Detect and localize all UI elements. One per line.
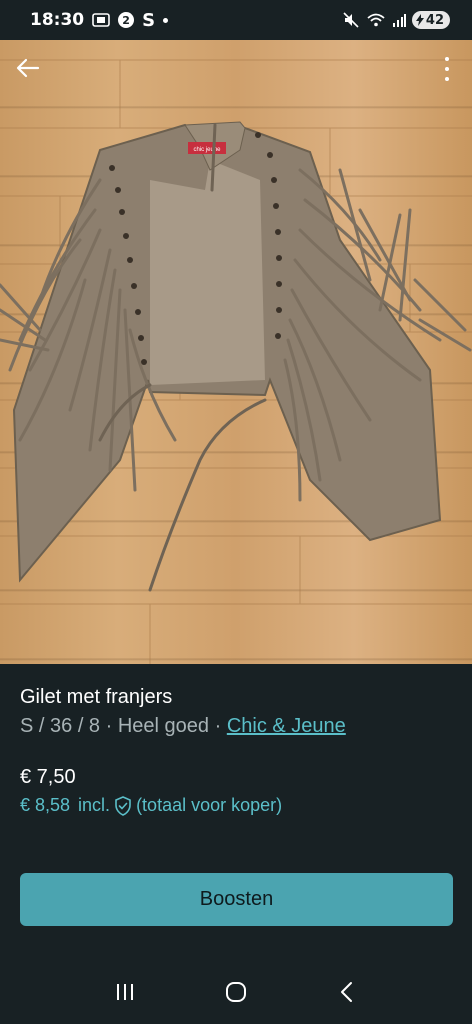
more-dot-icon [445, 67, 449, 71]
wifi-icon [366, 12, 386, 28]
meta-separator: · [100, 715, 118, 737]
vest-image: chic jeune [0, 59, 472, 664]
brand-link[interactable]: Chic & Jeune [227, 715, 346, 737]
product-info: Gilet met franjers S / 36 / 8 · Heel goe… [20, 686, 460, 738]
more-options-button[interactable] [438, 54, 456, 84]
meta-separator: · [209, 715, 227, 737]
product-title: Gilet met franjers [20, 686, 173, 708]
product-price: € 7,50 [20, 766, 76, 788]
shield-check-icon [115, 795, 131, 816]
back-button[interactable] [14, 54, 42, 82]
notification-count-badge: 2 [118, 12, 135, 28]
product-condition: Heel goed [117, 715, 210, 737]
total-note: (totaal voor koper) [136, 795, 283, 815]
system-back-button[interactable] [327, 972, 367, 1012]
signal-icon [392, 13, 406, 27]
home-button[interactable] [216, 972, 256, 1012]
recent-apps-icon [117, 984, 134, 1000]
incl-label: incl. [78, 795, 111, 815]
total-price-value: € 8,58 [20, 795, 71, 815]
product-meta: S / 36 / 8 · Heel goed · Chic & Jeune [20, 715, 460, 738]
mute-icon [342, 11, 360, 29]
recent-apps-button[interactable] [105, 972, 145, 1012]
more-dot-icon [445, 77, 449, 81]
more-notifications-dot [163, 17, 169, 23]
charging-icon [415, 14, 424, 26]
app-letter-icon: S [142, 9, 156, 31]
home-icon [225, 982, 246, 1002]
buyer-total-price[interactable]: € 8,58 incl. (totaal voor koper) [20, 795, 282, 816]
status-bar: 18:30 2 S 42 [0, 0, 472, 40]
chevron-left-icon [340, 982, 352, 1002]
screenshot-icon [92, 12, 110, 28]
arrow-left-icon [16, 58, 40, 78]
boost-button[interactable]: Boosten [20, 873, 453, 926]
battery-level: 42 [425, 12, 444, 28]
product-photo[interactable]: chic jeune [0, 40, 472, 664]
more-dot-icon [445, 57, 449, 61]
battery-indicator: 42 [411, 11, 450, 29]
status-time: 18:30 [30, 10, 85, 30]
brand-label-text: chic jeune [193, 147, 221, 153]
product-size: S / 36 / 8 [20, 715, 101, 737]
system-nav-bar [0, 960, 472, 1024]
